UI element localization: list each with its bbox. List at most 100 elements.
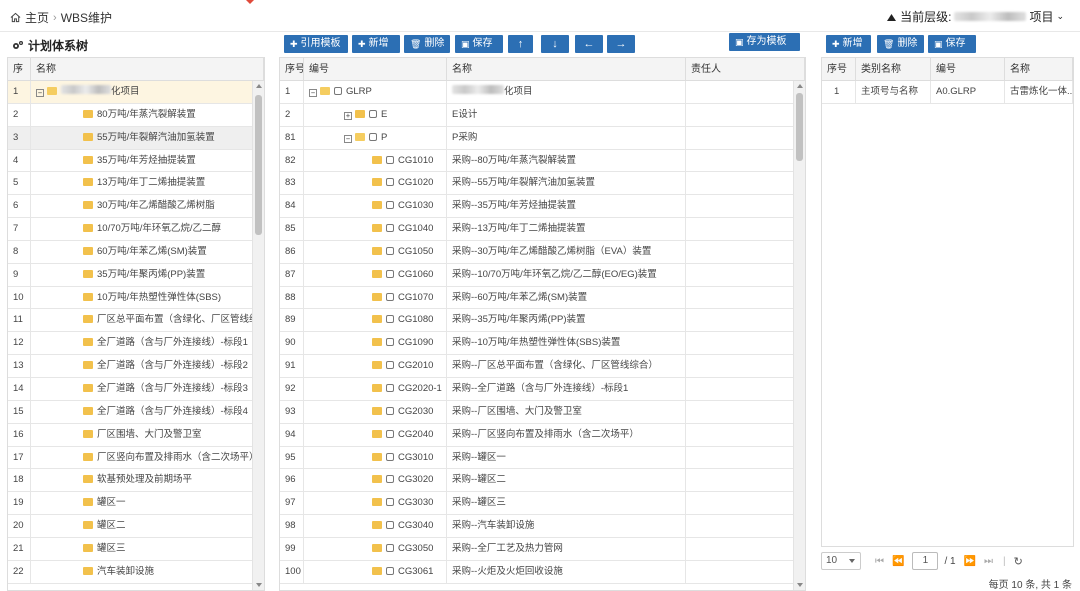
- col-header-name[interactable]: 名称: [31, 58, 264, 80]
- row-checkbox[interactable]: [386, 224, 394, 233]
- wbs-owner-cell[interactable]: [686, 126, 805, 149]
- row-checkbox[interactable]: [386, 155, 394, 164]
- tree-row[interactable]: 3 55万吨/年裂解汽油加氢装置: [8, 126, 264, 150]
- indent-button[interactable]: →: [607, 35, 635, 53]
- tree-row[interactable]: 11 厂区总平面布置（含绿化、厂区管线综合: [8, 309, 264, 333]
- wbs-code-cell[interactable]: + E: [304, 103, 447, 126]
- tree-row[interactable]: 17 厂区竖向布置及排雨水（含二次场平）: [8, 446, 264, 470]
- tree-row[interactable]: 15 全厂道路（含与厂外连接线）-标段4: [8, 400, 264, 424]
- collapse-icon[interactable]: −: [36, 89, 44, 97]
- tree-node[interactable]: 10/70万吨/年环氧乙烷/乙二醇: [31, 218, 264, 240]
- wbs-code-cell[interactable]: − GLRP: [304, 81, 447, 103]
- tree-node[interactable]: 罐区二: [31, 515, 264, 537]
- wbs-owner-cell[interactable]: [686, 355, 805, 377]
- wbs-code-cell[interactable]: − P: [304, 126, 447, 149]
- tree-node[interactable]: 10万吨/年热塑性弹性体(SBS): [31, 286, 264, 309]
- wbs-owner-cell[interactable]: [686, 332, 805, 355]
- row-checkbox[interactable]: [386, 475, 394, 484]
- wbs-code-cell[interactable]: CG3030: [304, 492, 447, 515]
- level-selector[interactable]: 当前层级: 项目 ⌄: [886, 8, 1064, 25]
- reference-template-button[interactable]: ✚ 引用模板: [284, 35, 348, 53]
- wbs-row[interactable]: 94 CG2040 采购--厂区竖向布置及排雨水（含二次场平）: [280, 423, 805, 447]
- tree-node[interactable]: − 化项目: [31, 81, 264, 103]
- row-checkbox[interactable]: [369, 132, 377, 141]
- tree-row[interactable]: 21 罐区三: [8, 537, 264, 561]
- wbs-code-cell[interactable]: CG3010: [304, 446, 447, 469]
- wbs-row[interactable]: 99 CG3050 采购--全厂工艺及热力管网: [280, 537, 805, 561]
- wbs-owner-cell[interactable]: [686, 286, 805, 309]
- tree-node[interactable]: 厂区竖向布置及排雨水（含二次场平）: [31, 446, 264, 469]
- wbs-owner-cell[interactable]: [686, 560, 805, 583]
- tree-node[interactable]: 35万吨/年芳烃抽提装置: [31, 149, 264, 172]
- row-checkbox[interactable]: [386, 498, 394, 507]
- page-size-select[interactable]: 10: [821, 552, 861, 570]
- wbs-owner-cell[interactable]: [686, 423, 805, 446]
- tree-row[interactable]: 2 80万吨/年蒸汽裂解装置: [8, 103, 264, 127]
- wbs-code-cell[interactable]: CG1020: [304, 172, 447, 195]
- tree-node[interactable]: 汽车装卸设施: [31, 560, 264, 583]
- tree-node[interactable]: 全厂道路（含与厂外连接线）-标段3: [31, 377, 264, 400]
- wbs-owner-cell[interactable]: [686, 515, 805, 537]
- row-checkbox[interactable]: [386, 246, 394, 255]
- wbs-owner-cell[interactable]: [686, 492, 805, 515]
- tree-row[interactable]: 10 10万吨/年热塑性弹性体(SBS): [8, 286, 264, 310]
- row-checkbox[interactable]: [386, 429, 394, 438]
- wbs-scrollbar[interactable]: [793, 81, 805, 590]
- col-header-category[interactable]: 类别名称: [856, 58, 931, 80]
- row-checkbox[interactable]: [369, 109, 377, 118]
- wbs-code-cell[interactable]: CG1060: [304, 263, 447, 286]
- wbs-row[interactable]: 86 CG1050 采购--30万吨/年乙烯醋酸乙烯树脂（EVA）装置: [280, 240, 805, 264]
- wbs-owner-cell[interactable]: [686, 537, 805, 560]
- tree-row[interactable]: 1− 化项目: [8, 81, 264, 104]
- row-checkbox[interactable]: [386, 383, 394, 392]
- wbs-row[interactable]: 93 CG2030 采购--厂区围墙、大门及警卫室: [280, 400, 805, 424]
- tree-node[interactable]: 软基预处理及前期场平: [31, 469, 264, 492]
- wbs-owner-cell[interactable]: [686, 240, 805, 263]
- wbs-code-cell[interactable]: CG3061: [304, 560, 447, 583]
- wbs-row[interactable]: 81− P P采购: [280, 126, 805, 150]
- wbs-owner-cell[interactable]: [686, 103, 805, 126]
- left-scrollbar[interactable]: [252, 81, 264, 590]
- wbs-row[interactable]: 97 CG3030 采购--罐区三: [280, 492, 805, 516]
- tree-node[interactable]: 厂区总平面布置（含绿化、厂区管线综合: [31, 309, 264, 332]
- wbs-row[interactable]: 92 CG2020-1 采购--全厂道路（含与厂外连接线）-标段1: [280, 377, 805, 401]
- wbs-code-cell[interactable]: CG2020-1: [304, 377, 447, 400]
- wbs-code-cell[interactable]: CG1090: [304, 332, 447, 355]
- wbs-code-cell[interactable]: CG1010: [304, 149, 447, 172]
- row-checkbox[interactable]: [334, 87, 342, 95]
- wbs-code-cell[interactable]: CG3050: [304, 537, 447, 560]
- wbs-row[interactable]: 88 CG1070 采购--60万吨/年苯乙烯(SM)装置: [280, 286, 805, 310]
- tree-row[interactable]: 8 60万吨/年苯乙烯(SM)装置: [8, 240, 264, 264]
- wbs-row[interactable]: 85 CG1040 采购--13万吨/年丁二烯抽提装置: [280, 218, 805, 241]
- row-checkbox[interactable]: [386, 201, 394, 210]
- collapse-icon[interactable]: −: [344, 134, 352, 143]
- wbs-row[interactable]: 90 CG1090 采购--10万吨/年热塑性弹性体(SBS)装置: [280, 332, 805, 356]
- right-save-button[interactable]: ▣ 保存: [928, 35, 976, 53]
- col-header-name[interactable]: 名称: [447, 58, 686, 80]
- collapse-icon[interactable]: −: [309, 89, 317, 97]
- refresh-icon[interactable]: ↻: [1014, 555, 1023, 568]
- move-up-button[interactable]: ↑: [508, 35, 533, 53]
- tree-node[interactable]: 罐区一: [31, 492, 264, 515]
- wbs-row[interactable]: 1− GLRP 化项目: [280, 81, 805, 104]
- tree-node[interactable]: 55万吨/年裂解汽油加氢装置: [31, 126, 264, 149]
- wbs-owner-cell[interactable]: [686, 309, 805, 332]
- save-button[interactable]: ▣ 保存: [455, 35, 503, 53]
- tree-row[interactable]: 5 13万吨/年丁二烯抽提装置: [8, 172, 264, 196]
- wbs-code-cell[interactable]: CG1080: [304, 309, 447, 332]
- page-number-input[interactable]: 1: [912, 552, 939, 570]
- wbs-code-cell[interactable]: CG2030: [304, 400, 447, 423]
- add-button[interactable]: ✚ 新增: [352, 35, 400, 53]
- wbs-row[interactable]: 95 CG3010 采购--罐区一: [280, 446, 805, 470]
- wbs-owner-cell[interactable]: [686, 218, 805, 240]
- tree-node[interactable]: 60万吨/年苯乙烯(SM)装置: [31, 240, 264, 263]
- wbs-owner-cell[interactable]: [686, 400, 805, 423]
- tree-node[interactable]: 35万吨/年聚丙烯(PP)装置: [31, 263, 264, 286]
- tree-row[interactable]: 4 35万吨/年芳烃抽提装置: [8, 149, 264, 173]
- wbs-code-cell[interactable]: CG1050: [304, 240, 447, 263]
- wbs-owner-cell[interactable]: [686, 377, 805, 400]
- right-add-button[interactable]: ✚ 新增: [826, 35, 871, 53]
- tree-row[interactable]: 20 罐区二: [8, 515, 264, 538]
- wbs-owner-cell[interactable]: [686, 81, 805, 103]
- tree-node[interactable]: 全厂道路（含与厂外连接线）-标段2: [31, 355, 264, 377]
